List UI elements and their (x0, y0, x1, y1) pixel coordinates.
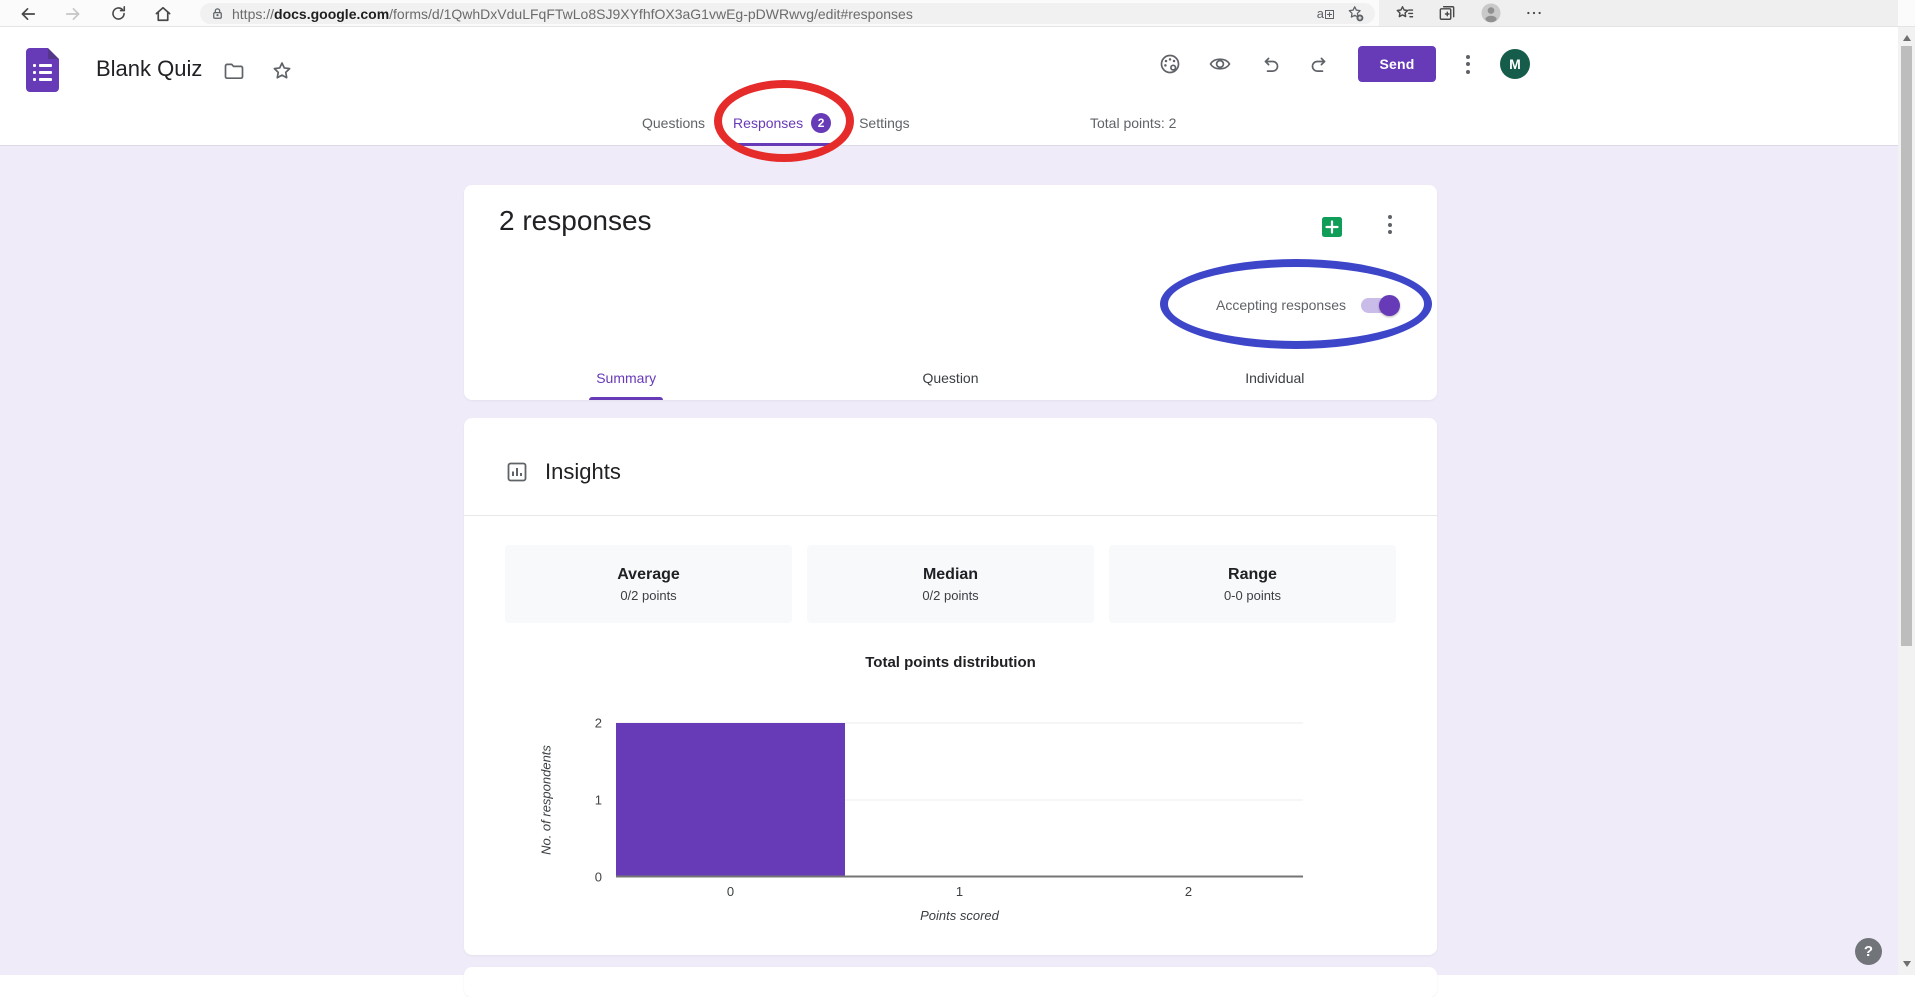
address-bar[interactable]: https://docs.google.com/forms/d/1QwhDxVd… (200, 3, 1375, 24)
active-subtab-indicator (589, 397, 663, 400)
header-controls: Send M (1158, 46, 1530, 82)
accepting-responses-row: Accepting responses (1216, 290, 1398, 320)
send-button[interactable]: Send (1358, 46, 1436, 82)
chart-xticks: 0 1 2 (616, 884, 1303, 900)
subtab-question[interactable]: Question (788, 355, 1112, 400)
browser-back-icon[interactable] (15, 1, 41, 26)
form-tabs: Questions Responses 2 Settings (640, 100, 912, 146)
google-forms-logo[interactable] (26, 48, 59, 92)
page-scrollbar[interactable] (1898, 27, 1915, 975)
tab-responses[interactable]: Responses 2 (731, 100, 833, 146)
star-form-icon[interactable] (270, 59, 294, 83)
insights-title: Insights (545, 459, 621, 485)
stat-median: Median 0/2 points (807, 545, 1094, 623)
chart-xtick-label: 1 (956, 884, 963, 899)
undo-icon[interactable] (1258, 52, 1282, 76)
account-avatar[interactable]: M (1500, 49, 1530, 79)
chart-yticks: 012 (568, 723, 602, 877)
responses-subtabs: Summary Question Individual (464, 355, 1437, 400)
header-more-options-icon[interactable] (1462, 55, 1474, 74)
toggle-knob (1379, 295, 1400, 316)
next-card-partial (464, 967, 1437, 997)
app-header (0, 27, 1915, 146)
redo-icon[interactable] (1308, 52, 1332, 76)
accepting-responses-toggle[interactable] (1361, 298, 1398, 313)
responses-card: 2 responses Accepting responses Summary … (464, 185, 1437, 400)
accepting-responses-label: Accepting responses (1216, 297, 1346, 313)
chart-x-axis-line (616, 876, 1303, 878)
form-title[interactable]: Blank Quiz (96, 56, 202, 82)
chart-ytick-label: 0 (595, 871, 602, 884)
active-tab-indicator (731, 143, 833, 146)
total-points-label: Total points: 2 (1090, 115, 1176, 131)
insights-card: Insights Average 0/2 points Median 0/2 p… (464, 418, 1437, 955)
scrollbar-thumb[interactable] (1901, 46, 1912, 646)
subtab-summary[interactable]: Summary (464, 355, 788, 400)
chart-xtick-label: 2 (1185, 884, 1192, 899)
stat-average: Average 0/2 points (505, 545, 792, 623)
tab-settings[interactable]: Settings (857, 100, 912, 146)
tab-questions[interactable]: Questions (640, 100, 707, 146)
preview-eye-icon[interactable] (1208, 52, 1232, 76)
screen: https://docs.google.com/forms/d/1QwhDxVd… (0, 0, 1915, 975)
lock-icon (210, 6, 225, 21)
divider (464, 515, 1437, 516)
favorites-icon[interactable] (1395, 3, 1415, 23)
theme-palette-icon[interactable] (1158, 52, 1182, 76)
chart-title: Total points distribution (464, 654, 1437, 671)
stat-range: Range 0-0 points (1109, 545, 1396, 623)
browser-menu-icon[interactable] (1525, 4, 1543, 22)
profile-avatar-icon[interactable] (1479, 1, 1503, 25)
subtab-individual[interactable]: Individual (1113, 355, 1437, 400)
chart-bar (616, 723, 845, 877)
responses-more-options-icon[interactable] (1384, 215, 1396, 234)
url-text: https://docs.google.com/forms/d/1QwhDxVd… (232, 6, 913, 22)
toolbar-right-section (1379, 0, 1898, 26)
browser-toolbar: https://docs.google.com/forms/d/1QwhDxVd… (0, 0, 1915, 27)
collections-icon[interactable] (1437, 3, 1457, 23)
chart-xtick-label: 0 (727, 884, 734, 899)
chart-plot (616, 723, 1303, 877)
responses-count-title: 2 responses (499, 205, 652, 237)
responses-count-badge: 2 (811, 113, 831, 133)
browser-home-icon[interactable] (150, 1, 176, 26)
add-favorite-icon[interactable] (1346, 4, 1365, 23)
scrollbar-down-arrow[interactable] (1903, 961, 1911, 967)
help-button[interactable]: ? (1855, 938, 1882, 965)
scrollbar-up-arrow[interactable] (1903, 35, 1911, 41)
chart-x-axis-label: Points scored (616, 908, 1303, 923)
browser-forward-icon (60, 1, 86, 26)
chart-y-axis-label: No. of respondents (539, 745, 554, 855)
chart-ytick-label: 1 (595, 794, 602, 807)
insights-chart-icon (505, 460, 529, 484)
move-to-folder-icon[interactable] (222, 59, 246, 83)
translate-icon[interactable]: a (1317, 8, 1334, 19)
browser-refresh-icon[interactable] (105, 1, 131, 26)
link-to-sheets-icon[interactable] (1320, 215, 1344, 239)
insights-stats: Average 0/2 points Median 0/2 points Ran… (505, 545, 1396, 623)
chart-ytick-label: 2 (595, 717, 602, 730)
